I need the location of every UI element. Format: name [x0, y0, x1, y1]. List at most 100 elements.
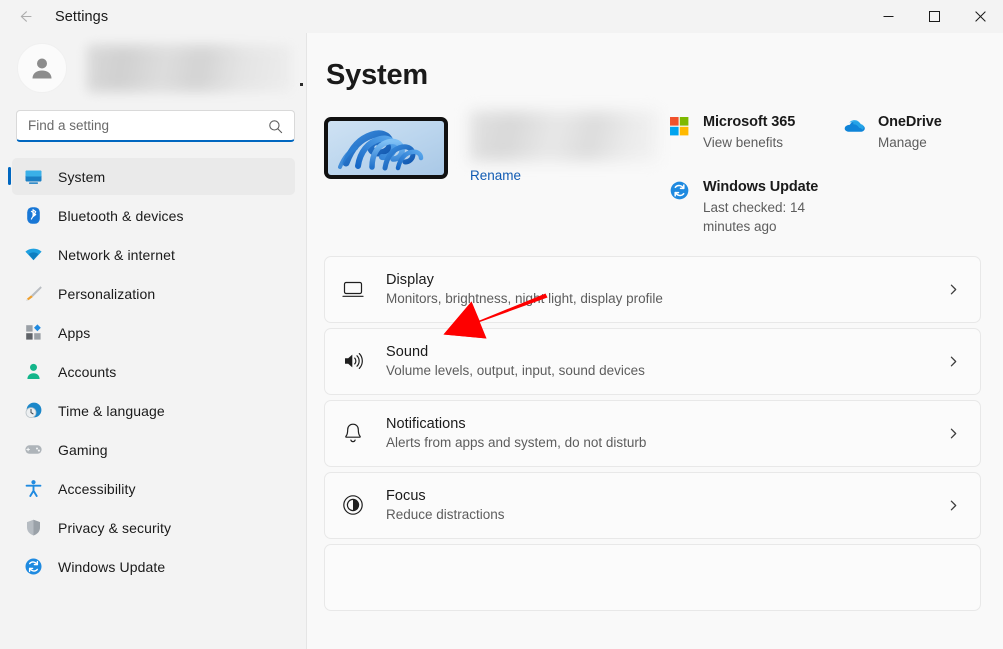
sidebar-item-windows-update[interactable]: Windows Update	[12, 548, 295, 585]
sidebar-item-gaming[interactable]: Gaming	[12, 431, 295, 468]
back-arrow-icon	[17, 8, 34, 25]
sidebar-item-time-language[interactable]: Time & language	[12, 392, 295, 429]
wifi-icon	[23, 245, 43, 265]
settings-card-text: Sound Volume levels, output, input, soun…	[386, 344, 942, 378]
quick-links-row: Microsoft 365 View benefits	[668, 114, 981, 153]
sidebar-item-label: Windows Update	[58, 559, 165, 575]
settings-card-text: Notifications Alerts from apps and syste…	[386, 416, 942, 450]
settings-card-notifications[interactable]: Notifications Alerts from apps and syste…	[324, 400, 981, 467]
quick-link-subtitle: Manage	[878, 133, 942, 153]
minimize-icon	[883, 11, 894, 22]
chevron-right-icon[interactable]	[942, 283, 964, 296]
person-avatar-icon	[27, 53, 57, 83]
title-bar: Settings	[0, 0, 1003, 33]
sidebar-item-label: Accounts	[58, 364, 116, 380]
paintbrush-icon	[23, 284, 43, 304]
system-monitor-icon	[23, 167, 43, 187]
sidebar: System Bluetooth & devices	[0, 33, 307, 649]
microsoft-logo-icon	[668, 115, 690, 137]
apps-grid-icon	[23, 323, 43, 343]
settings-window: Settings	[0, 0, 1003, 649]
display-monitor-icon	[339, 275, 367, 303]
sidebar-item-personalization[interactable]: Personalization	[12, 275, 295, 312]
sidebar-item-label: Privacy & security	[58, 520, 171, 536]
sidebar-item-label: Time & language	[58, 403, 165, 419]
settings-card-text: Display Monitors, brightness, night ligh…	[386, 272, 942, 306]
maximize-button[interactable]	[911, 0, 957, 33]
sidebar-item-label: Bluetooth & devices	[58, 208, 184, 224]
quick-link-microsoft-365[interactable]: Microsoft 365 View benefits	[668, 114, 843, 153]
user-name-redacted	[87, 45, 295, 92]
quick-link-subtitle: View benefits	[703, 133, 795, 153]
quick-link-title: Microsoft 365	[703, 114, 795, 130]
chevron-right-icon[interactable]	[942, 427, 964, 440]
sidebar-nav: System Bluetooth & devices	[12, 158, 295, 585]
minimize-button[interactable]	[865, 0, 911, 33]
sidebar-item-accounts[interactable]: Accounts	[12, 353, 295, 390]
account-person-icon	[23, 362, 43, 382]
search-icon	[268, 119, 283, 134]
settings-card-sound[interactable]: Sound Volume levels, output, input, soun…	[324, 328, 981, 395]
device-info: Rename	[470, 114, 658, 237]
focus-moon-icon	[339, 491, 367, 519]
quick-link-windows-update[interactable]: Windows Update Last checked: 14 minutes …	[668, 179, 981, 237]
content-area: System	[307, 33, 1003, 649]
settings-card-focus[interactable]: Focus Reduce distractions	[324, 472, 981, 539]
quick-link-onedrive[interactable]: OneDrive Manage	[843, 114, 942, 153]
quick-link-text: OneDrive Manage	[878, 114, 942, 153]
app-title: Settings	[55, 9, 108, 25]
settings-card-list: Display Monitors, brightness, night ligh…	[324, 256, 981, 611]
chevron-right-icon[interactable]	[942, 355, 964, 368]
shield-icon	[23, 518, 43, 538]
close-icon	[975, 11, 986, 22]
quick-link-title: OneDrive	[878, 114, 942, 130]
sidebar-item-label: Personalization	[58, 286, 155, 302]
settings-card-subtitle: Reduce distractions	[386, 507, 942, 522]
windows-bloom-wallpaper	[324, 117, 448, 179]
user-account[interactable]	[12, 35, 295, 101]
sidebar-item-system[interactable]: System	[12, 158, 295, 195]
sidebar-item-accessibility[interactable]: Accessibility	[12, 470, 295, 507]
chevron-right-icon[interactable]	[942, 499, 964, 512]
sidebar-item-label: Apps	[58, 325, 90, 341]
sidebar-item-label: System	[58, 169, 105, 185]
sidebar-item-network-internet[interactable]: Network & internet	[12, 236, 295, 273]
window-controls	[865, 0, 1003, 33]
bluetooth-icon	[23, 206, 43, 226]
search-button[interactable]	[268, 110, 283, 142]
onedrive-cloud-icon	[843, 115, 865, 137]
settings-card-text: Focus Reduce distractions	[386, 488, 942, 522]
windows-update-icon	[668, 180, 690, 202]
gamepad-icon	[23, 440, 43, 460]
settings-card-title: Focus	[386, 488, 942, 504]
page-title: System	[326, 59, 981, 92]
settings-card-partial[interactable]	[324, 544, 981, 611]
sidebar-item-bluetooth-devices[interactable]: Bluetooth & devices	[12, 197, 295, 234]
quick-link-title: Windows Update	[703, 179, 853, 195]
sidebar-item-privacy-security[interactable]: Privacy & security	[12, 509, 295, 546]
settings-card-title: Notifications	[386, 416, 942, 432]
bell-notification-icon	[339, 419, 367, 447]
sidebar-item-label: Gaming	[58, 442, 108, 458]
clock-globe-icon	[23, 401, 43, 421]
back-button[interactable]	[8, 3, 42, 31]
maximize-icon	[929, 11, 940, 22]
device-summary: Rename	[324, 114, 656, 237]
sidebar-item-label: Network & internet	[58, 247, 175, 263]
search-input[interactable]	[16, 110, 295, 142]
settings-card-display[interactable]: Display Monitors, brightness, night ligh…	[324, 256, 981, 323]
windows-update-icon	[23, 557, 43, 577]
rename-link[interactable]: Rename	[470, 168, 521, 183]
device-name-redacted	[470, 111, 658, 161]
avatar	[17, 43, 67, 93]
close-button[interactable]	[957, 0, 1003, 33]
quick-link-text: Microsoft 365 View benefits	[703, 114, 795, 153]
top-area: Rename	[324, 114, 981, 237]
settings-card-title: Sound	[386, 344, 942, 360]
speaker-sound-icon	[339, 347, 367, 375]
settings-card-subtitle: Volume levels, output, input, sound devi…	[386, 363, 942, 378]
settings-card-title: Display	[386, 272, 942, 288]
sidebar-item-apps[interactable]: Apps	[12, 314, 295, 351]
settings-card-subtitle: Monitors, brightness, night light, displ…	[386, 291, 942, 306]
search-container	[16, 110, 291, 142]
